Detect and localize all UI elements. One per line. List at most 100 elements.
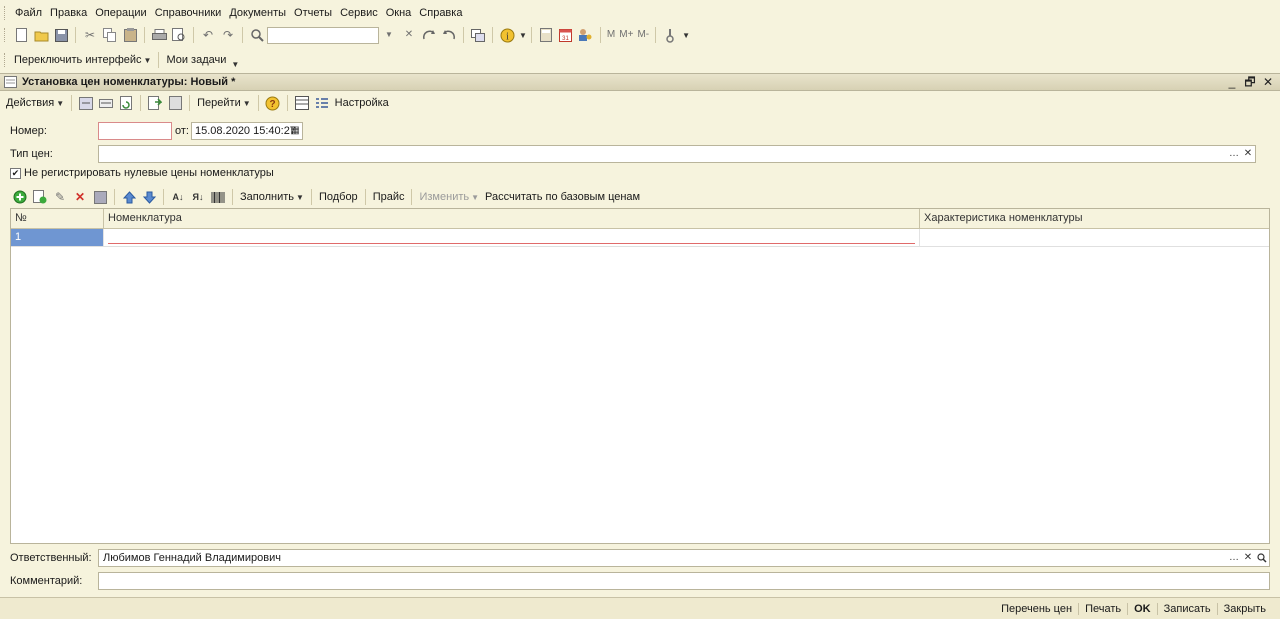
save-icon[interactable] bbox=[53, 27, 69, 43]
redo-icon[interactable]: ↷ bbox=[220, 27, 236, 43]
checkbox-check-icon[interactable]: ✔ bbox=[10, 167, 21, 179]
row-item-cell[interactable] bbox=[104, 229, 920, 246]
move-up-icon[interactable] bbox=[121, 189, 137, 205]
price-type-field[interactable]: … ✕ bbox=[98, 145, 1256, 163]
price-type-clear-icon[interactable]: ✕ bbox=[1241, 146, 1255, 162]
menu-file[interactable]: Файл bbox=[15, 7, 42, 19]
copy-icon[interactable] bbox=[102, 27, 118, 43]
row-number-cell[interactable]: 1 bbox=[11, 229, 104, 246]
sort-ascending-icon[interactable]: A↓ bbox=[170, 189, 186, 205]
row-characteristic-cell[interactable] bbox=[920, 229, 1269, 246]
print-button[interactable]: Печать bbox=[1078, 602, 1127, 615]
menu-help[interactable]: Справка bbox=[419, 7, 462, 19]
menu-edit[interactable]: Правка bbox=[50, 7, 87, 19]
save-button[interactable]: Записать bbox=[1156, 602, 1217, 615]
zero-prices-checkbox[interactable]: ✔ Не регистрировать нулевые цены номенкл… bbox=[10, 167, 274, 179]
search-dropdown-icon[interactable]: ▼ bbox=[381, 27, 397, 43]
open-folder-icon[interactable] bbox=[33, 27, 49, 43]
find-previous-icon[interactable] bbox=[441, 27, 457, 43]
prices-table[interactable]: № Номенклатура Характеристика номенклату… bbox=[10, 208, 1270, 544]
change-menu-button[interactable]: Изменить ▼ bbox=[416, 191, 482, 203]
responsible-field[interactable]: Любимов Геннадий Владимирович … ✕ bbox=[98, 549, 1270, 567]
help-icon[interactable]: ? bbox=[265, 95, 281, 111]
copy-row-icon[interactable] bbox=[32, 189, 48, 205]
minimize-button[interactable]: _ bbox=[1224, 74, 1240, 90]
form-layout-icon[interactable] bbox=[294, 95, 310, 111]
search-clear-icon[interactable]: ✕ bbox=[401, 27, 417, 43]
tools-dropdown-icon[interactable]: ▼ bbox=[682, 31, 690, 40]
barcode-icon[interactable] bbox=[210, 189, 226, 205]
settings-button[interactable]: Настройка bbox=[332, 97, 392, 109]
delete-row-icon[interactable]: ✕ bbox=[72, 189, 88, 205]
actions-menu-button[interactable]: Действия ▼ bbox=[0, 97, 67, 109]
selection-button[interactable]: Подбор bbox=[316, 191, 361, 203]
go-to-menu-button[interactable]: Перейти ▼ bbox=[194, 97, 254, 109]
document-toolbar: Действия ▼ Перейти ▼ ? Настройка bbox=[0, 94, 1280, 112]
menu-operations[interactable]: Операции bbox=[95, 7, 146, 19]
number-field[interactable] bbox=[98, 122, 172, 140]
memory-store-button[interactable]: M bbox=[607, 27, 615, 43]
responsible-select-icon[interactable]: … bbox=[1227, 550, 1241, 566]
ok-button[interactable]: OK bbox=[1127, 602, 1157, 615]
end-edit-icon[interactable] bbox=[92, 189, 108, 205]
table-row[interactable]: 1 bbox=[11, 229, 1269, 247]
movements-icon[interactable] bbox=[98, 95, 114, 111]
my-tasks-button[interactable]: Мои задачи bbox=[163, 54, 229, 66]
cut-icon[interactable]: ✂ bbox=[82, 27, 98, 43]
windows-icon[interactable] bbox=[470, 27, 486, 43]
refresh-document-icon[interactable] bbox=[118, 95, 134, 111]
tools-icon[interactable] bbox=[662, 27, 678, 43]
menu-reports[interactable]: Отчеты bbox=[294, 7, 332, 19]
switch-interface-button[interactable]: Переключить интерфейс ▼ bbox=[11, 54, 154, 66]
price-list-button[interactable]: Прайс bbox=[370, 191, 408, 203]
restore-button[interactable]: 🗗 bbox=[1242, 74, 1258, 90]
users-icon[interactable] bbox=[578, 27, 594, 43]
toolbar-search-input[interactable] bbox=[267, 26, 379, 44]
memory-subtract-button[interactable]: M- bbox=[637, 27, 649, 43]
find-next-icon[interactable] bbox=[421, 27, 437, 43]
new-document-icon[interactable] bbox=[13, 27, 29, 43]
undo-icon[interactable]: ↶ bbox=[200, 27, 216, 43]
price-list-report-button[interactable]: Перечень цен bbox=[995, 603, 1078, 615]
calc-base-prices-button[interactable]: Рассчитать по базовым ценам bbox=[482, 191, 643, 203]
menu-grip[interactable] bbox=[4, 6, 7, 20]
interface-toolbar-grip[interactable] bbox=[4, 53, 7, 67]
structure-icon[interactable] bbox=[167, 95, 183, 111]
move-down-icon[interactable] bbox=[141, 189, 157, 205]
menu-service[interactable]: Сервис bbox=[340, 7, 378, 19]
print-icon[interactable] bbox=[151, 27, 167, 43]
info-icon[interactable]: i bbox=[499, 27, 515, 43]
comment-field[interactable] bbox=[98, 572, 1270, 590]
paste-icon[interactable] bbox=[122, 27, 138, 43]
responsible-label: Ответственный: bbox=[10, 552, 92, 564]
menu-windows[interactable]: Окна bbox=[386, 7, 412, 19]
menu-documents[interactable]: Документы bbox=[229, 7, 286, 19]
toolbar-grip[interactable] bbox=[4, 28, 7, 42]
number-label: Номер: bbox=[10, 125, 47, 137]
fill-menu-button[interactable]: Заполнить ▼ bbox=[237, 191, 307, 203]
info-dropdown-icon[interactable]: ▼ bbox=[519, 31, 527, 40]
calculator-icon[interactable] bbox=[538, 27, 554, 43]
date-field[interactable]: 15.08.2020 15:40:27 ▦ bbox=[191, 122, 303, 140]
column-header-characteristic[interactable]: Характеристика номенклатуры bbox=[920, 209, 1269, 229]
column-header-number[interactable]: № bbox=[11, 209, 104, 229]
close-window-button[interactable]: ✕ bbox=[1260, 74, 1276, 90]
price-type-select-icon[interactable]: … bbox=[1227, 146, 1241, 162]
close-button[interactable]: Закрыть bbox=[1216, 602, 1272, 615]
sort-descending-icon[interactable]: Я↓ bbox=[190, 189, 206, 205]
post-document-icon[interactable] bbox=[78, 95, 94, 111]
responsible-clear-icon[interactable]: ✕ bbox=[1241, 550, 1255, 566]
calendar-icon[interactable]: 31 bbox=[558, 27, 574, 43]
edit-row-icon[interactable]: ✎ bbox=[52, 189, 68, 205]
column-header-item[interactable]: Номенклатура bbox=[104, 209, 920, 229]
based-on-icon[interactable] bbox=[147, 95, 163, 111]
calendar-picker-icon[interactable]: ▦ bbox=[288, 123, 302, 139]
menu-directories[interactable]: Справочники bbox=[155, 7, 222, 19]
add-row-icon[interactable] bbox=[12, 189, 28, 205]
memory-add-button[interactable]: M+ bbox=[619, 27, 633, 43]
responsible-open-icon[interactable] bbox=[1255, 550, 1269, 566]
search-icon[interactable] bbox=[249, 27, 265, 43]
list-settings-icon[interactable] bbox=[314, 95, 330, 111]
my-tasks-dropdown-icon[interactable]: ▼ bbox=[231, 60, 239, 69]
print-preview-icon[interactable] bbox=[171, 27, 187, 43]
